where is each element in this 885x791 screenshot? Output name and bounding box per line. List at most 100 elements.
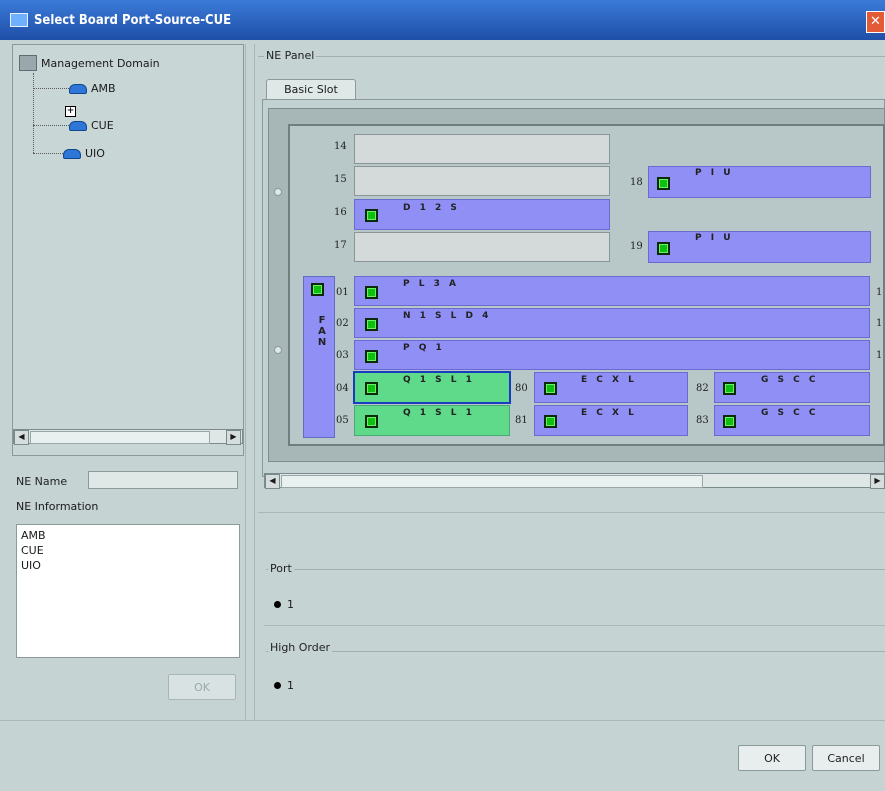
slot-number: 82 (696, 383, 709, 394)
scroll-right-icon[interactable]: ▶ (870, 474, 885, 489)
high-order-option-label: 1 (287, 679, 294, 692)
port-title: Port (268, 562, 294, 575)
port-option-label: 1 (287, 598, 294, 611)
slot-number: 80 (515, 383, 528, 394)
list-item: UIO (21, 559, 41, 572)
slot-number: 03 (336, 350, 349, 361)
ne-icon (69, 120, 87, 131)
ok-button[interactable]: OK (738, 745, 806, 771)
slot-14-empty[interactable] (354, 134, 610, 164)
led-icon (657, 242, 670, 255)
board-slot-82[interactable]: G S C C (714, 372, 870, 403)
slot-number: 16 (334, 207, 347, 218)
splitter[interactable] (245, 44, 255, 720)
led-icon (544, 415, 557, 428)
port-group-line (266, 569, 885, 570)
list-item: AMB (21, 529, 46, 542)
scroll-thumb[interactable] (281, 475, 703, 488)
board-label: E C X L (581, 375, 637, 385)
board-slot-02[interactable]: N 1 S L D 4 (354, 308, 870, 338)
scroll-thumb[interactable] (30, 431, 210, 444)
board-slot-81[interactable]: E C X L (534, 405, 688, 436)
cancel-button[interactable]: Cancel (812, 745, 880, 771)
board-label: G S C C (761, 408, 819, 418)
rack-screw-icon (274, 346, 282, 354)
list-item: CUE (21, 544, 44, 557)
tree-pane[interactable]: Management Domain AMB + CUE UIO ◀ ▶ (12, 44, 244, 456)
board-label: D 1 2 S (403, 203, 460, 213)
board-slot-03[interactable]: P Q 1 (354, 340, 870, 370)
radio-selected-icon (274, 682, 281, 689)
slot-number: 15 (334, 174, 347, 185)
edge-digit: 1 (876, 318, 883, 329)
left-ok-button[interactable]: OK (168, 674, 236, 700)
port-options (264, 584, 885, 626)
led-icon (723, 382, 736, 395)
board-label: P Q 1 (403, 343, 445, 353)
led-icon (365, 382, 378, 395)
slot-number: 17 (334, 240, 347, 251)
fan-board[interactable]: FAN (303, 276, 335, 438)
edge-digit: 1 (876, 350, 883, 361)
tree-root[interactable]: Management Domain (19, 55, 160, 71)
tree-node-uio[interactable]: UIO (63, 147, 105, 160)
high-order-title: High Order (268, 641, 333, 654)
board-slot-19[interactable]: P I U (648, 231, 871, 263)
slot-number: 81 (515, 415, 528, 426)
ne-icon (69, 83, 87, 94)
board-slot-05[interactable]: Q 1 S L 1 (354, 405, 510, 436)
high-order-radio[interactable]: 1 (274, 679, 294, 692)
fan-label: FAN (317, 315, 327, 348)
led-icon (311, 283, 324, 296)
slot-number: 18 (630, 177, 643, 188)
scroll-right-icon[interactable]: ▶ (226, 430, 241, 445)
close-button[interactable]: ✕ (866, 11, 885, 33)
app-icon (10, 13, 28, 27)
led-icon (365, 350, 378, 363)
board-slot-18[interactable]: P I U (648, 166, 871, 198)
window-title: Select Board Port-Source-CUE (34, 13, 232, 28)
led-icon (365, 318, 378, 331)
tree-node-cue[interactable]: CUE (69, 119, 114, 132)
ne-info-label: NE Information (16, 500, 99, 513)
board-label: E C X L (581, 408, 637, 418)
led-icon (365, 286, 378, 299)
board-slot-16[interactable]: D 1 2 S (354, 199, 610, 230)
scroll-left-icon[interactable]: ◀ (14, 430, 29, 445)
high-order-group-line (266, 651, 885, 652)
board-slot-83[interactable]: G S C C (714, 405, 870, 436)
panel-scrollbar[interactable]: ◀ ▶ (264, 473, 885, 489)
title-bar: Select Board Port-Source-CUE ✕ (0, 0, 885, 40)
board-slot-01[interactable]: P L 3 A (354, 276, 870, 306)
tab-basic-slot[interactable]: Basic Slot (266, 79, 356, 100)
slot-number: 04 (336, 383, 349, 394)
tree-root-label: Management Domain (41, 56, 160, 70)
ne-panel-title: NE Panel (264, 49, 317, 62)
led-icon (365, 415, 378, 428)
tree-scrollbar[interactable]: ◀ ▶ (13, 429, 243, 445)
expand-icon[interactable]: + (65, 106, 76, 117)
tree-node-label: AMB (91, 82, 116, 95)
board-slot-80[interactable]: E C X L (534, 372, 688, 403)
port-radio[interactable]: 1 (274, 598, 294, 611)
rack-screw-icon (274, 188, 282, 196)
ne-info-list: AMB CUE UIO (16, 524, 240, 658)
slot-number: 19 (630, 241, 643, 252)
board-label: P L 3 A (403, 279, 459, 289)
board-label: P I U (695, 233, 734, 243)
tree-node-label: UIO (85, 147, 105, 160)
led-icon (657, 177, 670, 190)
board-slot-04[interactable]: Q 1 S L 1 (353, 371, 511, 404)
ne-name-field[interactable] (88, 471, 238, 489)
tree-node-amb[interactable]: AMB (69, 82, 116, 95)
slot-number: 14 (334, 141, 347, 152)
slot-number: 02 (336, 318, 349, 329)
board-label: N 1 S L D 4 (403, 311, 492, 321)
slot-15-empty[interactable] (354, 166, 610, 196)
slot-17-empty[interactable] (354, 232, 610, 262)
ne-info-header: NE Information (12, 497, 244, 519)
board-label: Q 1 S L 1 (403, 375, 475, 385)
ne-icon (63, 148, 81, 159)
edge-digit: 1 (876, 287, 883, 298)
scroll-left-icon[interactable]: ◀ (265, 474, 280, 489)
